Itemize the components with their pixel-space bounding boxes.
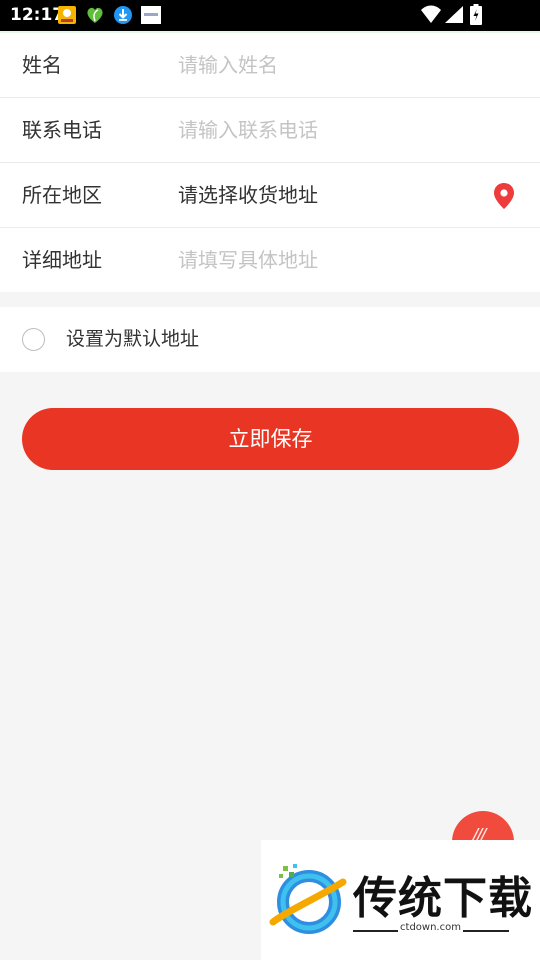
phone-row: 联系电话 请输入联系电话 — [0, 98, 540, 163]
name-input[interactable]: 请输入姓名 — [178, 33, 278, 97]
status-time: 12:17 — [10, 5, 65, 25]
default-address-option[interactable]: 设置为默认地址 — [0, 307, 540, 372]
default-address-radio[interactable] — [22, 328, 45, 351]
wifi-icon — [421, 5, 441, 23]
app-notification-icon — [58, 6, 76, 24]
default-address-label: 设置为默认地址 — [66, 328, 200, 350]
phone-label: 联系电话 — [22, 118, 102, 142]
watermark-title: 传统下载 — [353, 873, 533, 924]
phone-input[interactable]: 请输入联系电话 — [178, 98, 318, 162]
battery-icon — [470, 4, 482, 25]
address-label: 详细地址 — [22, 248, 102, 272]
signal-icon — [445, 6, 463, 23]
status-bar: 12:17 — [0, 0, 540, 31]
address-form: 姓名 请输入姓名 联系电话 请输入联系电话 所在地区 请选择收货地址 详细地址 … — [0, 33, 540, 292]
save-button[interactable]: 立即保存 — [22, 408, 519, 470]
app-thumbnail-icon — [141, 6, 161, 24]
location-pin-icon[interactable] — [492, 182, 516, 210]
watermark-url: ctdown.com — [400, 922, 461, 933]
download-icon — [114, 6, 132, 24]
address-row: 详细地址 请填写具体地址 — [0, 228, 540, 292]
heart-leaf-icon — [87, 7, 103, 23]
region-row[interactable]: 所在地区 请选择收货地址 — [0, 163, 540, 228]
watermark: 传统下载 ctdown.com — [261, 840, 540, 960]
region-selector[interactable]: 请选择收货地址 — [178, 163, 318, 227]
address-input[interactable]: 请填写具体地址 — [178, 228, 318, 292]
name-label: 姓名 — [22, 53, 62, 77]
region-label: 所在地区 — [22, 183, 102, 207]
name-row: 姓名 请输入姓名 — [0, 33, 540, 98]
